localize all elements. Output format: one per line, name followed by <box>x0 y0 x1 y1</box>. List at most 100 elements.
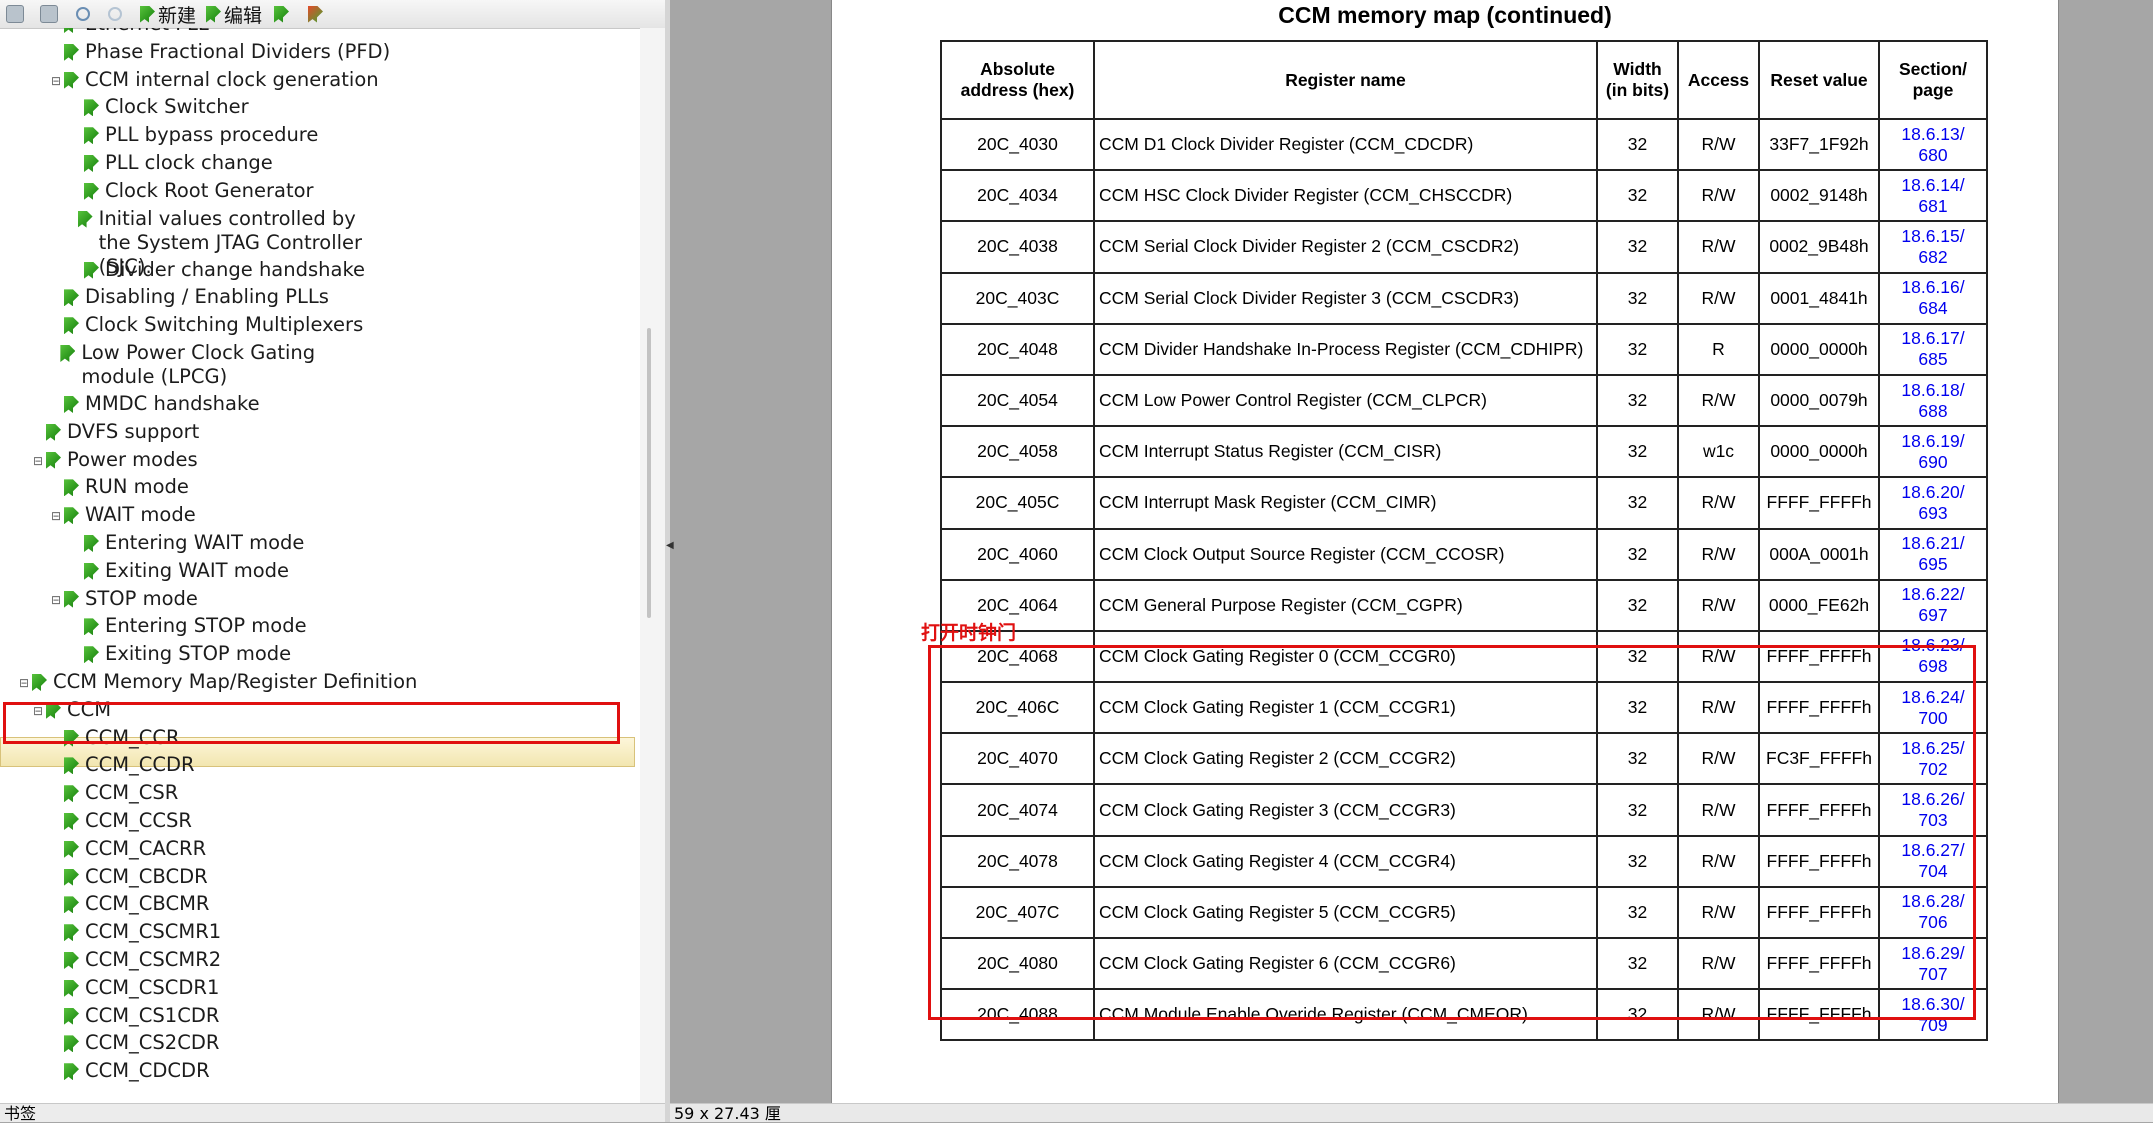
page-link[interactable]: 682 <box>1884 247 1982 268</box>
section-link[interactable]: 18.6.13/ <box>1884 124 1982 145</box>
cell-access: R/W <box>1677 578 1760 632</box>
table-header-row: Absolute address (hex) Register name Wid… <box>940 40 1988 120</box>
cell-register-name: CCM Low Power Control Register (CCM_CLPC… <box>1093 373 1598 428</box>
goto-bookmark-button[interactable] <box>274 3 289 25</box>
bookmarks-panel: 新建 编辑 Ethernet PLL Phase Fractional Divid… <box>0 0 665 1103</box>
bookmark-item[interactable]: Divider change handshake <box>70 258 365 286</box>
cell-reset-value: 000A_0001h <box>1758 527 1880 581</box>
collapse-toggle-icon[interactable]: ⊟ <box>50 588 62 612</box>
bookmark-item[interactable]: Disabling / Enabling PLLs <box>50 285 329 313</box>
bookmark-item[interactable]: Phase Fractional Dividers (PFD) <box>50 40 390 68</box>
bookmark-item[interactable]: CCM_CBCDR <box>50 865 208 893</box>
bookmark-item[interactable]: CCM_CSR <box>50 781 178 809</box>
bookmark-label: CCM_CACRR <box>85 836 207 860</box>
bookmark-item[interactable]: CCM_CSCMR2 <box>50 948 221 976</box>
bookmark-item[interactable]: ⊟ Power modes <box>32 448 198 476</box>
cell-reset-value: 0002_9B48h <box>1758 220 1880 274</box>
bookmark-item[interactable]: Low Power Clock Gating module (LPCG) <box>50 341 350 388</box>
bookmark-item[interactable]: Exiting WAIT mode <box>70 559 289 587</box>
bookmark-icon <box>84 182 99 200</box>
bookmark-label: Entering WAIT mode <box>105 531 305 554</box>
collapse-toggle-icon[interactable]: ⊟ <box>18 671 30 695</box>
header-register-name: Register name <box>1093 40 1598 120</box>
bookmark-item[interactable]: CCM_CS1CDR <box>50 1004 219 1032</box>
bookmark-label: Low Power Clock Gating module (LPCG) <box>81 341 316 388</box>
section-link[interactable]: 18.6.14/ <box>1884 175 1982 196</box>
bookmark-item[interactable]: Clock Switching Multiplexers <box>50 313 363 341</box>
bookmark-icon <box>64 813 79 830</box>
header-access: Access <box>1677 40 1760 120</box>
bookmark-item[interactable]: CCM_CBCMR <box>50 892 209 920</box>
bookmark-item[interactable]: Clock Root Generator <box>70 179 314 207</box>
collapse-toggle-icon[interactable]: ⊟ <box>50 504 62 528</box>
header-address: Absolute address (hex) <box>940 40 1095 120</box>
bookmark-icon <box>64 785 79 803</box>
page-link[interactable]: 693 <box>1884 503 1982 524</box>
bookmark-item[interactable]: CCM_CSCMR1 <box>50 920 221 948</box>
bookmark-item[interactable]: CCM_CCDR <box>50 753 195 781</box>
bookmark-item[interactable]: CCM_CS2CDR <box>50 1031 219 1059</box>
page-link[interactable]: 690 <box>1884 452 1982 473</box>
bookmarks-toolbar: 新建 编辑 <box>0 0 665 29</box>
bookmark-item[interactable]: ⊟ CCM internal clock generation <box>50 68 379 96</box>
bookmark-icon <box>64 924 79 942</box>
bookmark-label: Phase Fractional Dividers (PFD) <box>85 39 391 63</box>
page-link[interactable]: 695 <box>1884 554 1982 575</box>
section-link[interactable]: 18.6.16/ <box>1884 277 1982 298</box>
bookmark-item[interactable]: Clock Switcher <box>70 95 249 123</box>
scrollbar-thumb[interactable] <box>647 328 651 618</box>
cell-access: R/W <box>1677 373 1760 428</box>
bookmark-item[interactable]: CCM_CSCDR1 <box>50 976 219 1004</box>
section-link[interactable]: 18.6.15/ <box>1884 226 1982 247</box>
bookmark-item[interactable]: Ethernet PLL <box>50 28 209 40</box>
panel-splitter[interactable] <box>665 0 670 1122</box>
bookmark-item[interactable]: PLL bypass procedure <box>70 123 318 151</box>
section-link[interactable]: 18.6.21/ <box>1884 533 1982 554</box>
header-reset-value: Reset value <box>1758 40 1880 120</box>
page-link[interactable]: 680 <box>1884 145 1982 166</box>
page-link[interactable]: 685 <box>1884 349 1982 370</box>
bookmark-item[interactable]: MMDC handshake <box>50 392 260 420</box>
section-link[interactable]: 18.6.20/ <box>1884 482 1982 503</box>
bookmark-item[interactable]: PLL clock change <box>70 151 273 179</box>
new-bookmark-button[interactable]: 新建 <box>140 3 196 27</box>
section-link[interactable]: 18.6.22/ <box>1884 584 1982 605</box>
bookmark-item[interactable]: RUN mode <box>50 475 189 503</box>
section-link[interactable]: 18.6.17/ <box>1884 328 1982 349</box>
bookmark-icon <box>84 261 99 279</box>
bookmark-item[interactable]: Initial values controlled by the System … <box>70 207 370 278</box>
bookmark-label: CCM_CDCDR <box>85 1059 210 1083</box>
bookmark-item[interactable]: CCM_CCSR <box>50 809 192 837</box>
bookmark-item[interactable]: ⊟ STOP mode <box>50 587 198 615</box>
bookmark-item[interactable]: CCM_CDCDR <box>50 1059 210 1087</box>
bookmark-item[interactable]: Entering STOP mode <box>70 614 307 642</box>
zoom-out-button[interactable] <box>108 3 122 25</box>
table-row: 20C_4030 CCM D1 Clock Divider Register (C… <box>940 117 1988 172</box>
bookmark-item[interactable]: Exiting STOP mode <box>70 642 291 670</box>
bookmark-item[interactable]: DVFS support <box>32 420 199 448</box>
bookmark-item[interactable]: CCM_CACRR <box>50 837 206 865</box>
page-link[interactable]: 697 <box>1884 605 1982 626</box>
bookmark-item[interactable]: ⊟ WAIT mode <box>50 503 196 531</box>
bookmark-label: Ethernet PLL <box>85 28 209 36</box>
page-link[interactable]: 688 <box>1884 401 1982 422</box>
collapse-arrow-icon[interactable]: ◀ <box>666 540 674 551</box>
cell-section-page: 18.6.17/685 <box>1878 322 1988 376</box>
collapse-toggle-icon[interactable]: ⊟ <box>32 449 44 473</box>
section-link[interactable]: 18.6.18/ <box>1884 380 1982 401</box>
bookmark-item[interactable]: ⊟ CCM Memory Map/Register Definition <box>18 670 417 698</box>
collapse-toggle-icon[interactable]: ⊟ <box>50 69 62 93</box>
page-link[interactable]: 684 <box>1884 298 1982 319</box>
section-link[interactable]: 18.6.19/ <box>1884 431 1982 452</box>
bookmark-label: RUN mode <box>85 475 189 499</box>
page-title: CCM memory map (continued) <box>1278 2 1612 28</box>
bookmark-scrollbar[interactable] <box>640 28 665 1103</box>
zoom-in-button[interactable] <box>76 3 90 25</box>
edit-bookmark-button[interactable]: 编辑 <box>206 3 262 27</box>
bookmark-item[interactable]: Entering WAIT mode <box>70 531 304 559</box>
cell-register-name: CCM D1 Clock Divider Register (CCM_CDCDR… <box>1093 117 1598 172</box>
expand-all-button[interactable] <box>6 3 24 25</box>
bookmark-options-button[interactable] <box>308 3 323 25</box>
collapse-all-button[interactable] <box>40 3 58 25</box>
page-link[interactable]: 681 <box>1884 196 1982 217</box>
